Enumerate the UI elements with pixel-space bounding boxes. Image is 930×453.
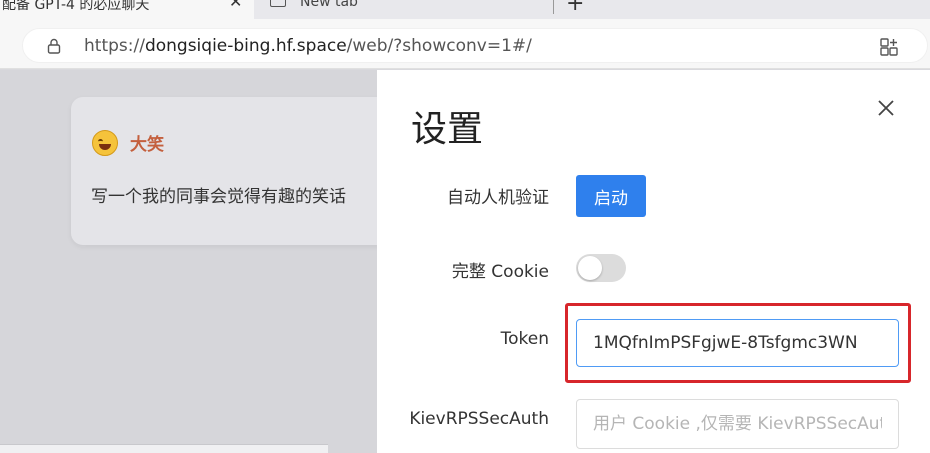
bottom-bar: [0, 444, 328, 453]
url-host: dongsiqie-bing.hf.space: [144, 36, 347, 56]
token-input[interactable]: [576, 319, 899, 367]
grinning-face-icon: [92, 130, 118, 156]
card-text: 写一个我的同事会觉得有趣的笑话: [91, 187, 346, 207]
captcha-label: 自动人机验证: [447, 188, 549, 208]
close-icon[interactable]: [877, 99, 895, 117]
kiev-label: KievRPSSecAuth: [409, 409, 549, 429]
start-captcha-button[interactable]: 启动: [576, 175, 646, 217]
tab-new-tab[interactable]: New tab ✕: [262, 0, 554, 19]
cookie-label: 完整 Cookie: [451, 262, 549, 282]
collections-icon[interactable]: [880, 38, 898, 56]
prompt-suggestion-card[interactable]: 大笑 写一个我的同事会觉得有趣的笑话: [71, 97, 391, 245]
newtab-icon: [270, 0, 286, 7]
card-title: 大笑: [130, 135, 164, 155]
url-path: /web/?showconv=1#/: [346, 36, 532, 56]
settings-title: 设置: [411, 109, 484, 150]
tab-close-icon[interactable]: ✕: [229, 0, 242, 11]
cookie-toggle[interactable]: [576, 254, 626, 282]
lock-icon[interactable]: [47, 38, 61, 54]
kiev-input[interactable]: [576, 399, 899, 449]
tab-title: New tab: [300, 0, 358, 10]
token-label: Token: [500, 329, 549, 349]
tab-divider: [553, 0, 554, 14]
url-prefix: https://: [84, 36, 145, 56]
tab-bar: 配备 GPT-4 的必应聊天 ✕ New tab ✕ +: [0, 0, 930, 19]
tab-bing-chat[interactable]: 配备 GPT-4 的必应聊天 ✕: [0, 0, 254, 19]
new-tab-button[interactable]: +: [566, 0, 584, 16]
settings-panel: 设置 自动人机验证 启动 完整 Cookie Token KievRPSSecA…: [377, 70, 930, 453]
url-input[interactable]: https://dongsiqie-bing.hf.space/web/?sho…: [22, 28, 928, 63]
tab-title: 配备 GPT-4 的必应聊天: [2, 0, 150, 13]
address-bar: https://dongsiqie-bing.hf.space/web/?sho…: [0, 19, 930, 69]
url-text[interactable]: https://dongsiqie-bing.hf.space/web/?sho…: [84, 36, 532, 56]
toggle-knob: [578, 256, 602, 280]
